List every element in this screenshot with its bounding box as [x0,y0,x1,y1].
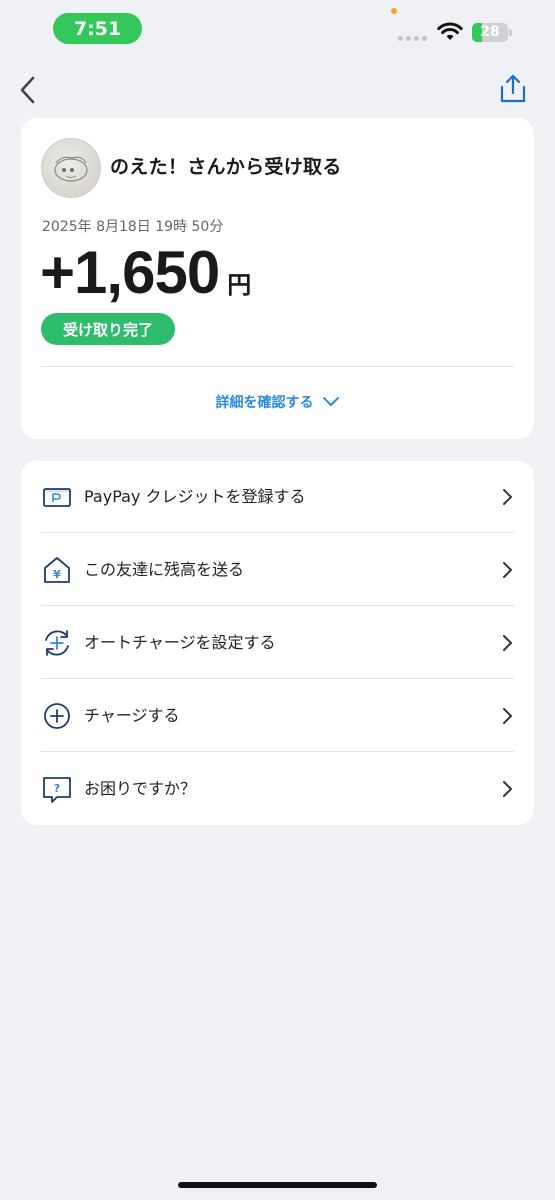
transaction-summary-card: のえた！さんから受け取る 2025年 8月18日 19時 50分 +1,650 … [21,118,534,439]
send-yen-icon: ¥ [44,557,70,583]
chevron-right-icon [503,635,512,651]
battery-level: 28 [480,24,500,40]
status-time: 7:51 [53,13,142,44]
plus-circle-icon [44,703,70,729]
svg-text:¥: ¥ [53,568,61,581]
menu-item-auto-charge[interactable]: オートチャージを設定する [21,607,534,679]
wifi-icon [437,22,463,40]
credit-card-icon [43,488,71,507]
chevron-right-icon [503,708,512,724]
divider [41,366,514,367]
cellular-signal-icon [398,36,427,41]
menu-item-charge[interactable]: チャージする [21,680,534,752]
details-toggle-label: 詳細を確認する [215,395,314,411]
avatar-sketch-image [54,156,88,182]
back-button[interactable] [14,72,44,108]
transaction-amount: +1,650 [40,239,220,306]
home-indicator[interactable] [178,1182,377,1188]
divider [41,532,514,533]
svg-text:?: ? [54,782,60,795]
status-bar: 7:51 28 [0,0,555,60]
help-question-icon: ? [43,777,71,803]
share-button[interactable] [497,72,529,106]
chevron-right-icon [503,562,512,578]
currency-label: 円 [227,271,252,299]
chevron-down-icon [322,397,339,406]
menu-item-send-balance[interactable]: ¥ この友達に残高を送る [21,534,534,606]
transaction-title: のえた！さんから受け取る [110,156,342,178]
status-badge: 受け取り完了 [41,313,176,345]
menu-item-label: PayPay クレジットを登録する [84,487,306,506]
privacy-indicator-dot [391,8,397,14]
menu-item-label: オートチャージを設定する [84,633,276,652]
avatar [41,138,101,198]
menu-item-label: チャージする [84,706,180,725]
auto-charge-icon [45,630,69,656]
divider [41,751,514,752]
battery-icon: 28 [472,23,508,42]
chevron-right-icon [503,781,512,797]
share-icon [500,74,526,103]
menu-item-register-credit[interactable]: PayPay クレジットを登録する [21,461,534,533]
amount-row: +1,650 円 [40,238,251,307]
menu-item-label: この友達に残高を送る [84,560,245,579]
details-toggle-button[interactable]: 詳細を確認する [21,392,534,412]
divider [41,678,514,679]
menu-item-label: お困りですか？ [84,779,197,798]
menu-item-help[interactable]: ? お困りですか？ [21,753,534,825]
chevron-right-icon [503,489,512,505]
divider [41,605,514,606]
chevron-left-icon [20,76,35,104]
transaction-date: 2025年 8月18日 19時 50分 [42,219,224,235]
actions-menu-card: PayPay クレジットを登録する ¥ この友達に残高を送る オートチャージを設… [21,461,534,825]
